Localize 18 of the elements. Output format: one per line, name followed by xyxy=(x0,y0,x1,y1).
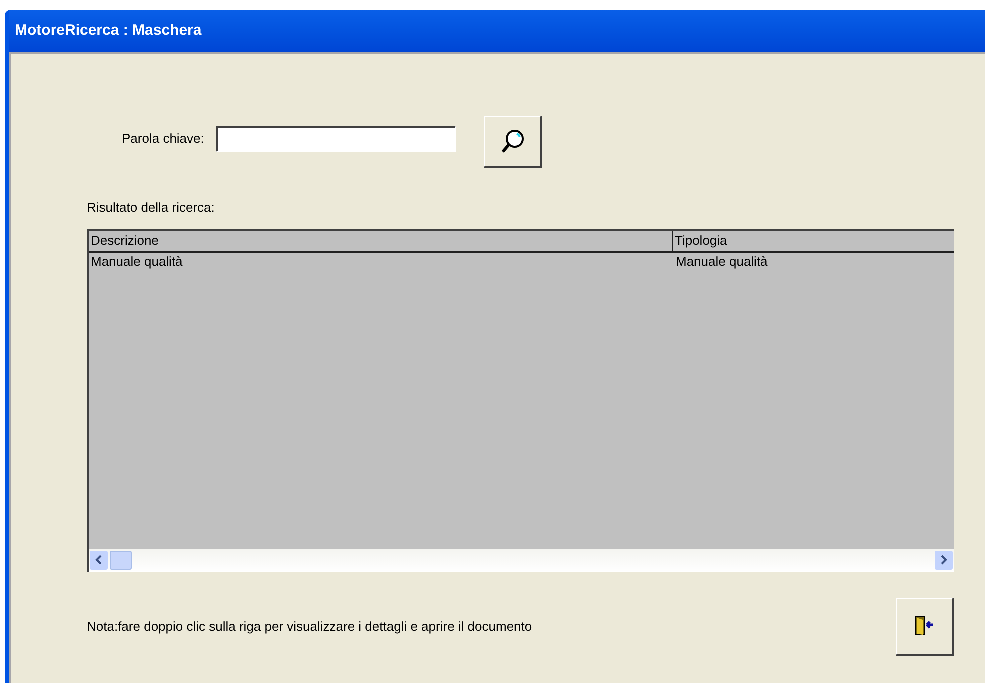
search-icon xyxy=(500,128,526,156)
note-text: Nota:fare doppio clic sulla riga per visualizzare i dettagli e aprire il documento xyxy=(87,618,532,636)
chevron-left-icon xyxy=(95,555,103,565)
table-cell-text: Manuale qualità xyxy=(90,252,184,271)
results-label: Risultato della ricerca: xyxy=(87,199,216,217)
chevron-right-icon xyxy=(940,555,948,565)
scroll-left-button[interactable] xyxy=(90,550,108,570)
horizontal-scrollbar[interactable] xyxy=(89,548,954,572)
exit-button[interactable] xyxy=(896,598,954,656)
keyword-field[interactable] xyxy=(216,126,456,152)
table-cell-text: Manuale qualità xyxy=(675,252,769,271)
column-header[interactable]: Tipologia xyxy=(673,230,954,250)
column-header[interactable]: Descrizione xyxy=(89,230,673,250)
keyword-label: Parola chiave: xyxy=(122,130,204,148)
scroll-thumb[interactable] xyxy=(110,550,132,570)
scroll-right-button[interactable] xyxy=(935,550,953,570)
search-button[interactable] xyxy=(484,116,542,168)
window-title: MotoreRicerca : Maschera xyxy=(9,10,985,52)
